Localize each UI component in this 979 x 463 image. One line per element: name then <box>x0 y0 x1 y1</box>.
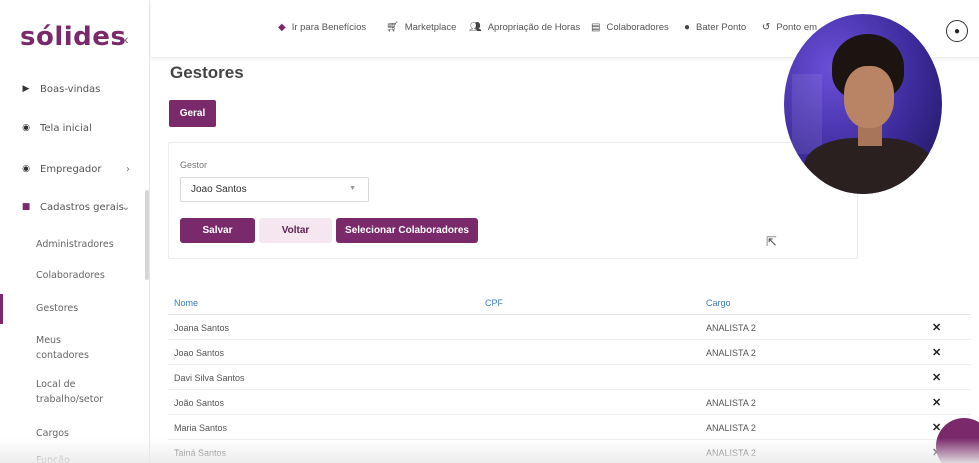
remove-icon[interactable]: ✕ <box>932 321 941 334</box>
cell-nome: Joao Santos <box>174 348 225 358</box>
topnav-marketplace-link[interactable]: 🛒︎ Marketplace <box>386 22 456 33</box>
tab-geral[interactable]: Geral <box>169 100 216 127</box>
user-icon[interactable]: ● <box>946 20 968 42</box>
sidebar-subitem-colaboradores[interactable]: Colaboradores <box>0 268 146 283</box>
topnav-bater-ponto-link[interactable]: ● Bater Ponto <box>684 22 746 33</box>
topnav-colaboradores-link[interactable]: ▤ Colaboradores <box>591 22 669 33</box>
remove-icon[interactable]: ✕ <box>932 371 941 384</box>
form-icon: ■ <box>21 202 31 212</box>
collapse-sidebar-icon[interactable]: ‹ <box>124 31 129 47</box>
sidebar-item-empregador[interactable]: ◉ Empregador › <box>0 163 148 175</box>
table-row: Joana Santos ANALISTA 2 ✕ <box>168 315 971 340</box>
cell-cargo: ANALISTA 2 <box>706 348 756 358</box>
cell-cargo: ANALISTA 2 <box>706 423 756 433</box>
cell-nome: João Santos <box>174 398 225 408</box>
sidebar-subitem-meus-contadores[interactable]: Meus contadores <box>0 333 110 363</box>
document-icon: ▤ <box>591 22 601 33</box>
mouse-cursor-icon: ⇱ <box>766 234 777 249</box>
cell-cargo: ANALISTA 2 <box>706 398 756 408</box>
sidebar-subitem-cargos[interactable]: Cargos <box>0 426 146 441</box>
sidebar-item-cadastros-gerais[interactable]: ■ Cadastros gerais ⌄ <box>0 201 148 213</box>
sidebar-subitem-administradores[interactable]: Administradores <box>0 237 146 252</box>
table-row: Davi Silva Santos ✕ <box>168 365 971 390</box>
users-icon: 👥︎ <box>469 22 482 33</box>
sidebar-item-label: Empregador <box>40 163 102 175</box>
benefits-icon: ◆ <box>278 22 286 33</box>
sidebar-scrollbar[interactable] <box>145 190 149 280</box>
building-icon: ◉ <box>22 164 30 174</box>
chevron-down-icon: ⌄ <box>121 201 130 213</box>
cell-cargo: ANALISTA 2 <box>706 448 756 458</box>
table-row: João Santos ANALISTA 2 ✕ <box>168 390 971 415</box>
webcam-overlay <box>784 14 942 194</box>
topnav-label: Ir para Benefícios <box>291 22 367 33</box>
table-row: Joao Santos ANALISTA 2 ✕ <box>168 340 971 365</box>
history-icon: ↺ <box>762 22 771 33</box>
dashboard-icon: ◉ <box>22 123 30 133</box>
topnav-label: Colaboradores <box>606 22 669 33</box>
page-title: Gestores <box>170 63 244 82</box>
sidebar-item-label: Tela inicial <box>40 122 92 134</box>
sidebar-item-label: Cadastros gerais <box>40 201 124 213</box>
cell-cargo: ANALISTA 2 <box>706 323 756 333</box>
column-header-cargo[interactable]: Cargo <box>706 298 731 308</box>
gestor-label: Gestor <box>180 160 208 170</box>
cell-nome: Tainá Santos <box>174 448 227 458</box>
play-icon: ▶ <box>22 84 30 94</box>
sidebar-item-boas-vindas[interactable]: ▶ Boas-vindas <box>0 83 148 95</box>
sidebar-item-tela-inicial[interactable]: ◉ Tela inicial <box>0 122 148 134</box>
select-collaborators-button[interactable]: Selecionar Colaboradores <box>336 218 478 243</box>
sidebar-subitem-local-trabalho[interactable]: Local de trabalho/setor <box>0 377 110 407</box>
table-row: Maria Santos ANALISTA 2 ✕ <box>168 415 971 440</box>
topnav-label: Bater Ponto <box>696 22 747 33</box>
sidebar-subitem-funcao[interactable]: Função <box>0 453 146 463</box>
topnav-beneficios-link[interactable]: ◆ Ir para Benefícios <box>278 22 366 33</box>
sidebar-item-label: Boas-vindas <box>40 83 101 95</box>
topnav-label: Ponto em <box>776 22 818 33</box>
gestor-select-value: Joao Santos <box>191 184 247 195</box>
gestor-select[interactable]: Joao Santos ▼ <box>180 177 369 202</box>
topnav-apropriacao-link[interactable]: 👥︎ Apropriação de Horas <box>469 22 580 33</box>
brand-logo[interactable]: sólides <box>20 22 126 52</box>
topnav-label: Apropriação de Horas <box>487 22 581 33</box>
chevron-right-icon: › <box>126 163 130 175</box>
sidebar-subitem-gestores[interactable]: Gestores <box>0 294 146 324</box>
cell-nome: Joana Santos <box>174 323 230 333</box>
cell-nome: Maria Santos <box>174 423 228 433</box>
column-header-nome[interactable]: Nome <box>174 298 198 308</box>
topnav-label: Marketplace <box>404 22 457 33</box>
remove-icon[interactable]: ✕ <box>932 346 941 359</box>
sidebar: sólides ‹ ▶ Boas-vindas ◉ Tela inicial ◉… <box>0 0 150 463</box>
topnav-ponto-link[interactable]: ↺ Ponto em <box>762 22 817 33</box>
back-button[interactable]: Voltar <box>259 218 332 243</box>
cell-nome: Davi Silva Santos <box>174 373 245 383</box>
table-row: Tainá Santos ANALISTA 2 ✕ <box>168 440 971 463</box>
column-header-cpf[interactable]: CPF <box>485 298 503 308</box>
chevron-down-icon: ▼ <box>349 185 356 192</box>
clock-icon: ● <box>684 22 691 33</box>
cart-icon: 🛒︎ <box>386 22 399 33</box>
save-button[interactable]: Salvar <box>180 218 255 243</box>
remove-icon[interactable]: ✕ <box>932 396 941 409</box>
